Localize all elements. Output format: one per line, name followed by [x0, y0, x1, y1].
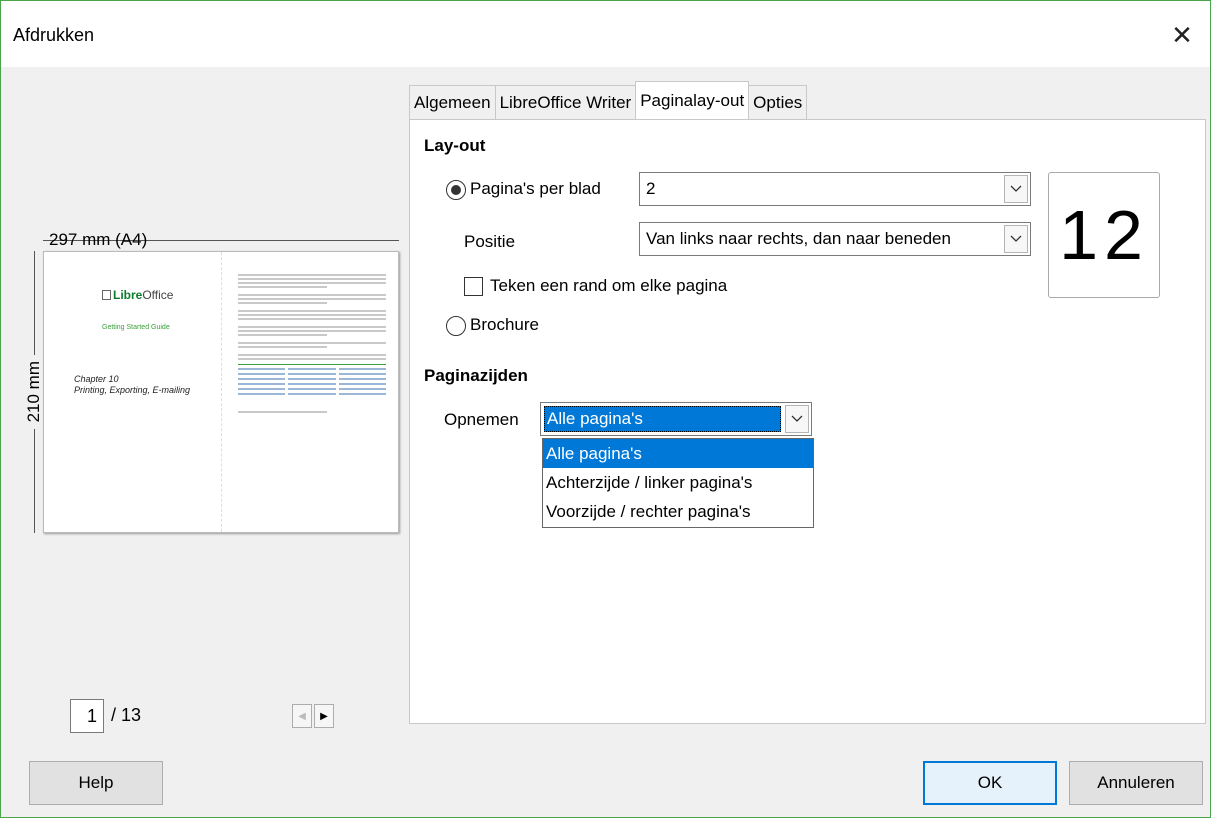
tab-opties[interactable]: Opties	[748, 85, 808, 119]
libreoffice-logo: LibreOffice	[102, 288, 173, 302]
current-page-input[interactable]: 1	[70, 699, 104, 733]
option-all-pages[interactable]: Alle pagina's	[543, 439, 813, 468]
previous-page-button[interactable]: ◀	[292, 704, 312, 728]
pages-per-sheet-value: 2	[646, 179, 656, 198]
page-preview: LibreOffice Getting Started Guide Chapte…	[43, 251, 399, 533]
preview-chapter: Chapter 10 Printing, Exporting, E-mailin…	[74, 374, 191, 395]
page-sides-section-title: Paginazijden	[424, 366, 528, 385]
option-front-right-pages[interactable]: Voorzijde / rechter pagina's	[543, 497, 813, 526]
tab-bar: Algemeen LibreOffice Writer Paginalay-ou…	[409, 81, 808, 119]
chevron-down-icon	[1004, 225, 1028, 253]
include-value: Alle pagina's	[544, 406, 781, 432]
cancel-button[interactable]: Annuleren	[1069, 761, 1203, 805]
option-back-left-pages[interactable]: Achterzijde / linker pagina's	[543, 468, 813, 497]
width-dimension-label: 297 mm (A4)	[49, 230, 148, 249]
dialog-title: Afdrukken	[13, 25, 95, 45]
pages-per-sheet-radio[interactable]	[446, 180, 466, 200]
pages-per-sheet-select[interactable]: 2	[639, 172, 1031, 206]
height-dimension-label: 210 mm	[24, 361, 43, 423]
tab-libreoffice-writer[interactable]: LibreOffice Writer	[494, 85, 637, 119]
print-dialog: Afdrukken ✕ 297 mm (A4) 210 mm LibreOffi…	[0, 0, 1211, 818]
height-dimension: 210 mm	[23, 251, 45, 534]
preview-page-right	[222, 252, 400, 532]
title-bar: Afdrukken ✕	[1, 1, 1210, 67]
preview-doc-subtitle: Getting Started Guide	[102, 324, 170, 331]
triangle-left-icon: ◀	[298, 710, 306, 722]
position-label: Positie	[464, 232, 516, 251]
width-dimension: 297 mm (A4)	[43, 229, 399, 251]
tab-algemeen[interactable]: Algemeen	[409, 85, 496, 119]
layout-section-title: Lay-out	[424, 136, 486, 155]
draw-border-checkbox[interactable]	[464, 277, 483, 296]
chevron-down-icon	[1004, 175, 1028, 203]
close-icon[interactable]: ✕	[1162, 15, 1202, 55]
tab-panel-paginalayout: Lay-out Pagina's per blad 2 Positie Van …	[409, 119, 1206, 724]
layout-preview: 12	[1048, 172, 1160, 298]
help-button[interactable]: Help	[29, 761, 163, 805]
tab-paginalayout[interactable]: Paginalay-out	[635, 81, 750, 119]
total-pages: / 13	[111, 705, 142, 725]
brochure-label: Brochure	[470, 315, 539, 334]
ok-button[interactable]: OK	[923, 761, 1057, 805]
preview-page-left: LibreOffice Getting Started Guide Chapte…	[44, 252, 222, 532]
position-select[interactable]: Van links naar rechts, dan naar beneden	[639, 222, 1031, 256]
include-dropdown-list: Alle pagina's Achterzijde / linker pagin…	[542, 438, 814, 528]
include-select[interactable]: Alle pagina's	[540, 402, 812, 436]
draw-border-label: Teken een rand om elke pagina	[490, 276, 728, 295]
triangle-right-icon: ▶	[320, 710, 328, 722]
next-page-button[interactable]: ▶	[314, 704, 334, 728]
position-value: Van links naar rechts, dan naar beneden	[646, 229, 951, 248]
brochure-radio[interactable]	[446, 316, 466, 336]
chevron-down-icon	[785, 405, 809, 433]
pages-per-sheet-label: Pagina's per blad	[470, 179, 601, 198]
include-label: Opnemen	[444, 410, 519, 429]
